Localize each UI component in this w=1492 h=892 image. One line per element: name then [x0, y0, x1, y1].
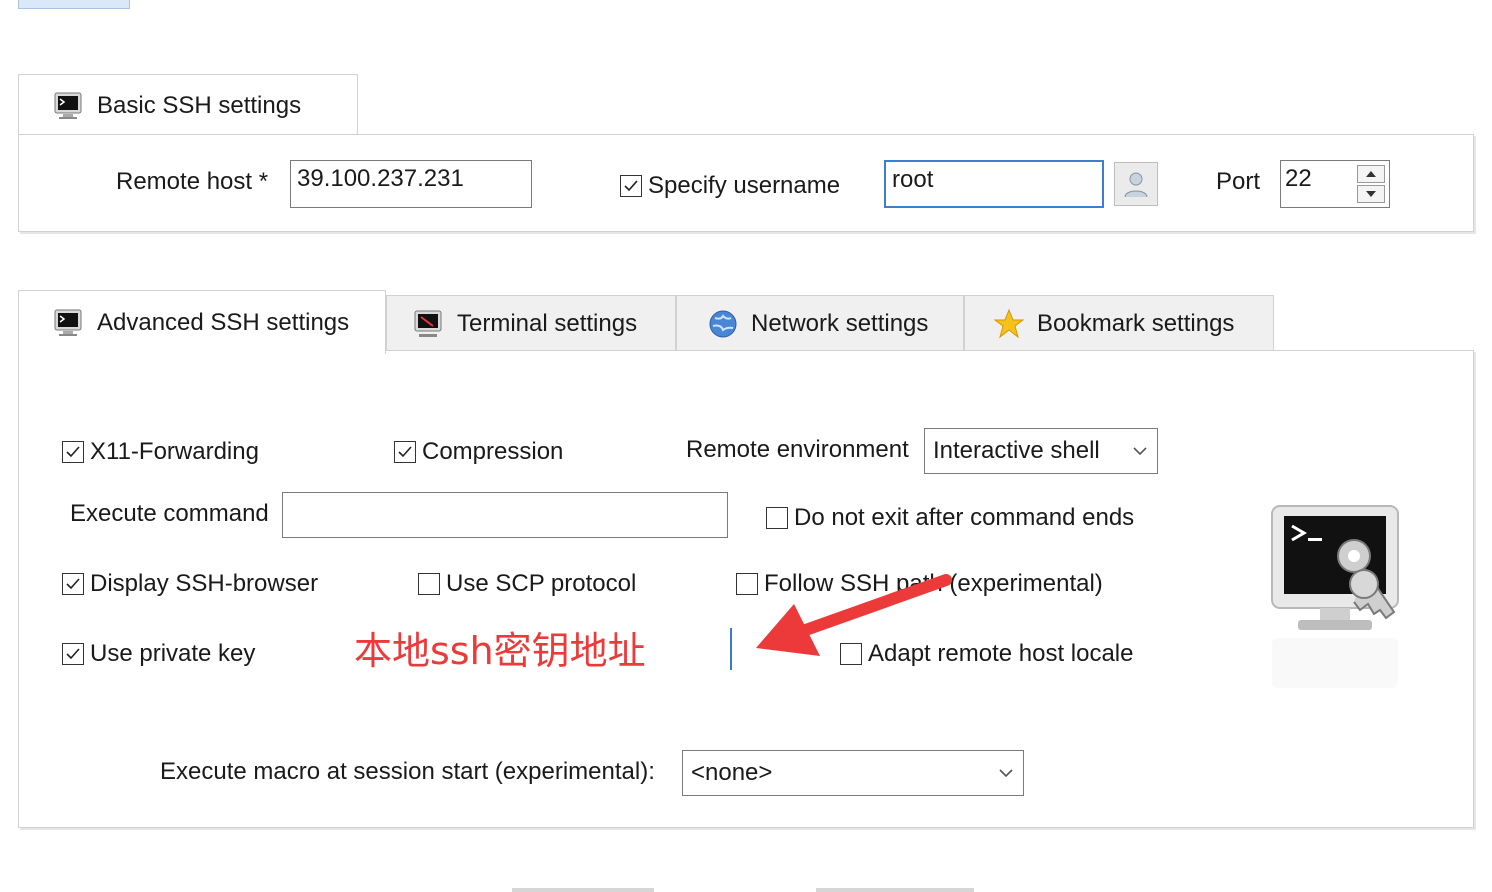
checkbox-box [766, 507, 788, 529]
select-value: Interactive shell [933, 437, 1100, 464]
checkbox-label: Use SCP protocol [446, 570, 637, 597]
annotation-text: 本地ssh密钥地址 [354, 629, 646, 673]
red-arrow-icon [756, 574, 952, 656]
ok-button-stub[interactable] [512, 888, 654, 892]
check-icon [66, 446, 80, 458]
checkbox-box [620, 175, 642, 197]
checkbox-label: Do not exit after command ends [794, 504, 1135, 531]
checkbox-label: Compression [422, 438, 564, 465]
remote-environment-label: Remote environment [686, 436, 909, 463]
checkbox-box [62, 441, 84, 463]
tab-network-settings[interactable]: Network settings [676, 295, 964, 351]
check-icon [398, 446, 412, 458]
username-input[interactable]: root [884, 160, 1104, 208]
select-value: <none> [691, 759, 773, 786]
checkbox-box [394, 441, 416, 463]
cancel-button-stub[interactable] [816, 888, 974, 892]
star-icon [993, 308, 1025, 338]
chevron-down-icon [999, 769, 1013, 778]
tab-label: Advanced SSH settings [97, 308, 350, 336]
checkbox-label: Specify username [648, 172, 841, 199]
execute-macro-label: Execute macro at session start (experime… [160, 758, 655, 785]
remote-host-input[interactable]: 39.100.237.231 [290, 160, 532, 208]
user-icon [1124, 172, 1148, 198]
check-icon [66, 648, 80, 660]
port-value: 22 [1285, 165, 1312, 192]
specify-username-checkbox[interactable]: Specify username [620, 172, 840, 200]
port-label: Port [1216, 168, 1261, 195]
remote-host-label: Remote host * [116, 168, 269, 195]
checkbox-box [62, 643, 84, 665]
execute-command-input[interactable] [282, 492, 728, 538]
check-icon [66, 578, 80, 590]
do-not-exit-checkbox[interactable]: Do not exit after command ends [766, 504, 1134, 532]
chevron-down-icon [1133, 447, 1147, 456]
spinner-arrows[interactable] [1353, 161, 1389, 207]
use-private-key-checkbox[interactable]: Use private key [62, 640, 255, 668]
checkbox-label: Use private key [90, 640, 256, 667]
terminal-icon [54, 92, 82, 119]
tab-label: Network settings [751, 309, 929, 337]
terminal-icon [54, 309, 82, 336]
checkbox-box [418, 573, 440, 595]
compression-checkbox[interactable]: Compression [394, 438, 563, 466]
spin-up-icon[interactable] [1357, 165, 1385, 183]
checkbox-box [62, 573, 84, 595]
execute-macro-select[interactable]: <none> [682, 750, 1024, 796]
ssh-key-icon [1271, 505, 1399, 688]
tab-terminal-settings[interactable]: Terminal settings [386, 295, 676, 351]
tab-advanced-ssh-settings[interactable]: Advanced SSH settings [18, 290, 386, 354]
port-spinner[interactable]: 22 [1280, 160, 1390, 208]
use-scp-protocol-checkbox[interactable]: Use SCP protocol [418, 570, 636, 598]
checkbox-label: Display SSH-browser [90, 570, 319, 597]
tab-bookmark-settings[interactable]: Bookmark settings [964, 295, 1274, 351]
tab-label: Bookmark settings [1037, 309, 1235, 337]
globe-icon [709, 310, 737, 337]
check-icon [624, 180, 638, 192]
display-ssh-browser-checkbox[interactable]: Display SSH-browser [62, 570, 318, 598]
spin-down-icon[interactable] [1357, 185, 1385, 203]
terminal-settings-icon [414, 310, 442, 337]
tab-basic-ssh-settings[interactable]: Basic SSH settings [18, 74, 358, 136]
text-cursor [730, 628, 732, 670]
top-button-stub [18, 0, 130, 9]
x11-forwarding-checkbox[interactable]: X11-Forwarding [62, 438, 259, 466]
checkbox-label: X11-Forwarding [90, 438, 259, 465]
tab-label: Terminal settings [457, 309, 638, 337]
execute-command-label: Execute command [70, 500, 269, 527]
user-manager-button[interactable] [1114, 162, 1158, 206]
remote-environment-select[interactable]: Interactive shell [924, 428, 1158, 474]
tab-label: Basic SSH settings [97, 91, 302, 119]
